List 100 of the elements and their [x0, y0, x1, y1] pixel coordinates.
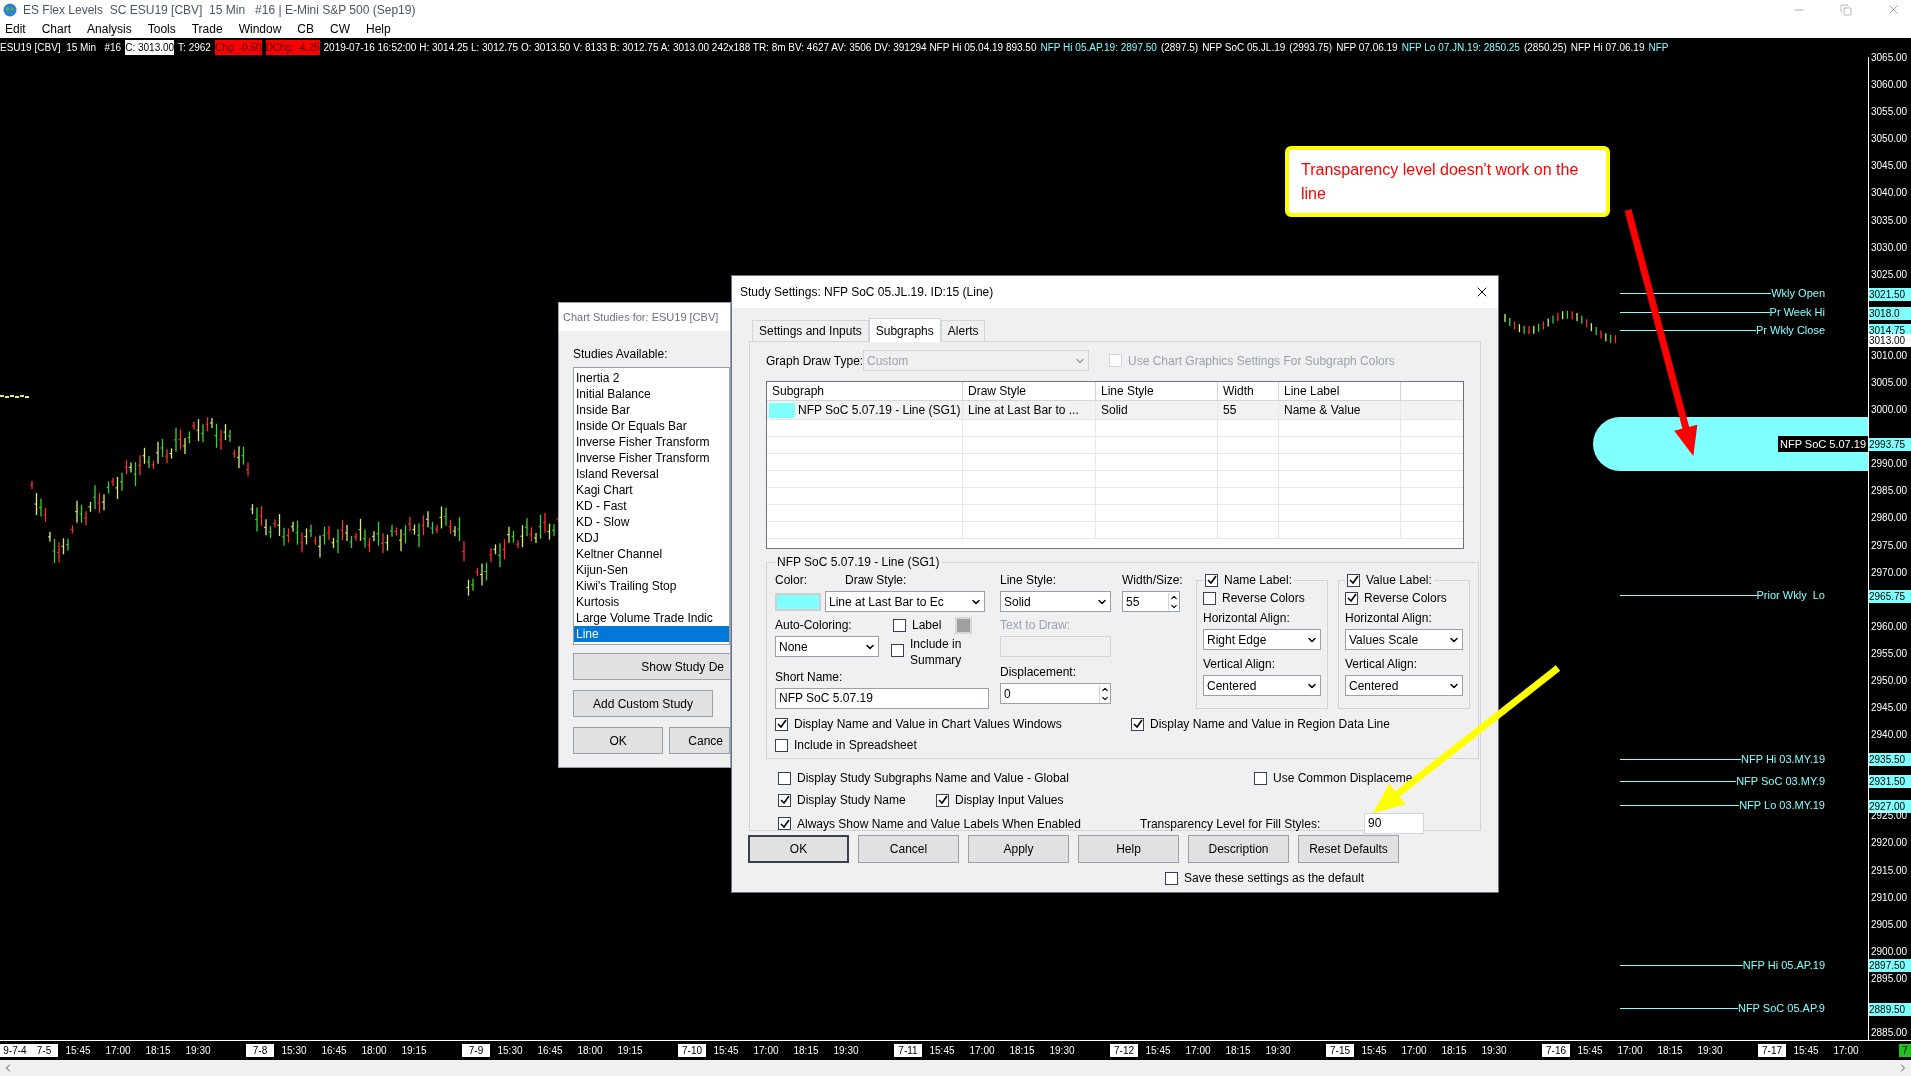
dialog-button[interactable]: Reset Defaults: [1298, 835, 1399, 863]
list-item[interactable]: Kiwi's Trailing Stop: [574, 578, 729, 594]
tab[interactable]: Settings and Inputs: [752, 320, 869, 341]
time-label: 18:15: [144, 1044, 172, 1057]
spinner-field[interactable]: 0: [1000, 683, 1111, 704]
data-line-text: (2897.5): [1160, 41, 1199, 55]
list-item[interactable]: Inside Or Equals Bar: [574, 418, 729, 434]
list-item[interactable]: Initial Balance: [574, 386, 729, 402]
column-header[interactable]: Line Label: [1279, 382, 1401, 400]
checkbox[interactable]: [1345, 591, 1358, 605]
menu-item[interactable]: Help: [366, 19, 391, 38]
field-label: Transparency Level for Fill Styles:: [1140, 815, 1322, 833]
checkbox[interactable]: [891, 644, 904, 657]
menu-item[interactable]: Chart: [41, 19, 72, 38]
menu-item[interactable]: Trade: [191, 19, 223, 38]
color-swatch[interactable]: [775, 592, 821, 611]
checkbox-label: Value Label:: [1366, 572, 1432, 589]
list-item[interactable]: KDJ: [574, 530, 729, 546]
tab[interactable]: Subgraphs: [868, 318, 941, 342]
level-label: NFP Lo 03.MY.19: [1739, 798, 1825, 814]
data-line-text: NFP 07.06.19: [1336, 41, 1398, 55]
list-item[interactable]: Inside Bar: [574, 402, 729, 418]
list-item[interactable]: Kijun-Sen: [574, 562, 729, 578]
dropdown[interactable]: Centered: [1345, 675, 1463, 696]
list-item[interactable]: Large Volume Trade Indic: [574, 610, 729, 626]
checkbox[interactable]: [1347, 573, 1360, 587]
checkbox[interactable]: [1203, 591, 1216, 605]
column-header[interactable]: Subgraph: [767, 382, 963, 400]
dropdown[interactable]: Centered: [1203, 675, 1321, 696]
list-item[interactable]: KD - Fast: [574, 498, 729, 514]
dropdown[interactable]: Solid: [1000, 591, 1111, 612]
dialog-button[interactable]: Add Custom Study: [573, 690, 713, 717]
dialog-button[interactable]: OK: [748, 835, 849, 863]
price-tag: 3013.00: [1869, 333, 1911, 347]
callout-text: Transparency level doesn't work on the line: [1301, 159, 1580, 204]
list-item[interactable]: Kagi Chart: [574, 482, 729, 498]
field-label: Width/Size:: [1122, 572, 1184, 589]
column-header[interactable]: Draw Style: [963, 382, 1096, 400]
studies-list[interactable]: [573, 367, 730, 645]
dialog-button[interactable]: Help: [1078, 835, 1179, 863]
dialog-button[interactable]: Description: [1188, 835, 1289, 863]
menu-item[interactable]: CW: [330, 19, 350, 38]
dialog-button[interactable]: Cancel: [858, 835, 959, 863]
dialog-button[interactable]: Apply: [968, 835, 1069, 863]
list-item[interactable]: Kurtosis: [574, 594, 729, 610]
time-label: 7-15: [1326, 1044, 1354, 1057]
checkbox[interactable]: [775, 717, 788, 731]
checkbox[interactable]: [1165, 871, 1178, 885]
input-field[interactable]: 90: [1364, 813, 1424, 834]
price-tick-label: 2925.00: [1871, 810, 1908, 823]
time-label: 7-17: [1758, 1044, 1786, 1057]
tab[interactable]: Alerts: [940, 320, 986, 341]
time-label: 17:00: [104, 1044, 132, 1057]
spinner-field[interactable]: 55: [1122, 591, 1180, 612]
checkbox[interactable]: [936, 793, 949, 807]
data-line-text: Chg: -0.50: [214, 40, 262, 55]
menu-item[interactable]: Edit: [5, 19, 26, 38]
checkbox[interactable]: [778, 817, 791, 830]
checkbox-label: Always Show Name and Value Labels When Enabled: [797, 815, 1081, 833]
checkbox-label: Reverse Colors: [1364, 590, 1447, 607]
dialog-button[interactable]: OK: [573, 727, 664, 754]
menu-item[interactable]: Analysis: [87, 19, 132, 38]
checkbox[interactable]: [778, 793, 791, 807]
menu-item[interactable]: Window: [238, 19, 282, 38]
group-title: NFP SoC 5.07.19 - Line (SG1): [776, 554, 941, 571]
dropdown[interactable]: Line at Last Bar to Ec: [825, 591, 985, 612]
checkbox[interactable]: [1254, 771, 1267, 785]
checkbox[interactable]: [893, 618, 906, 632]
price-tick-label: 3055.00: [1871, 106, 1908, 119]
list-item[interactable]: Line: [574, 626, 729, 642]
dropdown[interactable]: Right Edge: [1203, 629, 1321, 650]
checkbox[interactable]: [778, 771, 791, 785]
input-field[interactable]: NFP SoC 5.07.19: [775, 688, 989, 709]
list-item[interactable]: KD - Slow: [574, 514, 729, 530]
price-tag: 3018.0: [1869, 306, 1911, 320]
dialog-button[interactable]: Show Study De: [573, 653, 731, 680]
column-header[interactable]: Width: [1218, 382, 1279, 400]
checkbox[interactable]: [1131, 717, 1144, 731]
price-tick-label: 2975.00: [1871, 539, 1908, 552]
price-tick-label: 2950.00: [1871, 674, 1908, 687]
menu-item[interactable]: Tools: [147, 19, 176, 38]
table-cell: 55: [1218, 401, 1279, 419]
time-label: 15:45: [1360, 1044, 1388, 1057]
list-item[interactable]: Island Reversal: [574, 466, 729, 482]
checkbox[interactable]: [775, 738, 788, 752]
field-label: Auto-Coloring:: [775, 617, 853, 634]
dropdown[interactable]: None: [775, 636, 879, 657]
list-item[interactable]: Inverse Fisher Transform: [574, 450, 729, 466]
checkbox[interactable]: [1205, 573, 1218, 587]
time-label: 7-9: [462, 1044, 490, 1057]
price-tick-label: 2980.00: [1871, 512, 1908, 525]
list-item[interactable]: Inverse Fisher Transform: [574, 434, 729, 450]
field-label: Horizontal Align:: [1203, 610, 1291, 627]
dropdown[interactable]: Values Scale: [1345, 629, 1463, 650]
menu-item[interactable]: CB: [297, 19, 314, 38]
color-swatch[interactable]: [955, 616, 973, 634]
list-item[interactable]: Keltner Channel: [574, 546, 729, 562]
column-header[interactable]: Line Style: [1096, 382, 1218, 400]
dialog-button[interactable]: Cance: [669, 727, 730, 754]
list-item[interactable]: Inertia 2: [574, 370, 729, 386]
